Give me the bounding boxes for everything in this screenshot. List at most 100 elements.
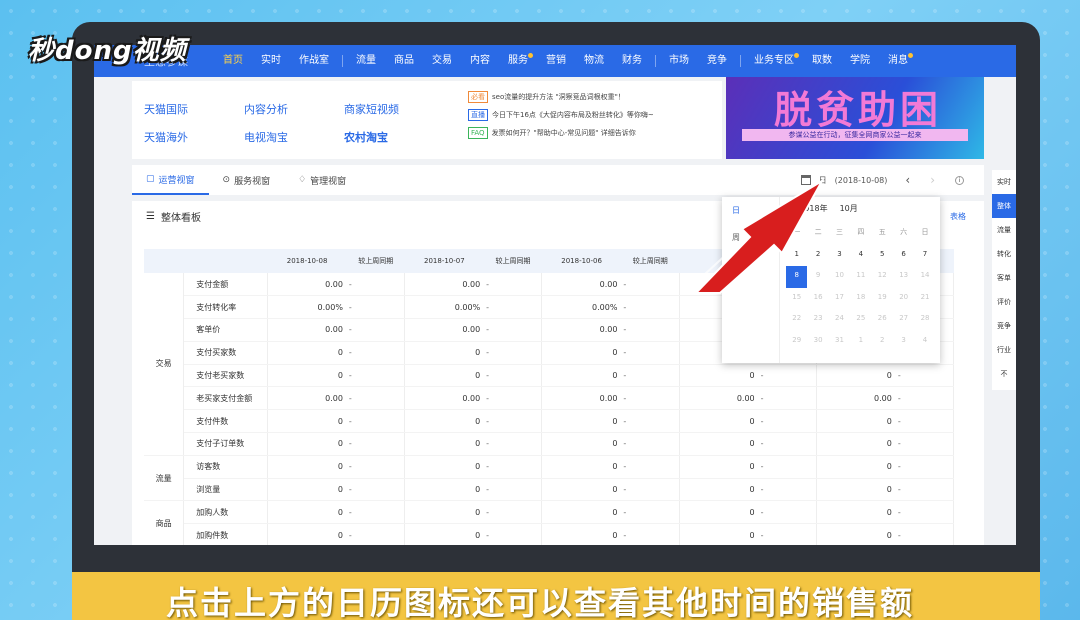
metric-label: 加购人数 bbox=[183, 500, 268, 525]
tab-view[interactable]: ♢ 管理视窗 bbox=[284, 165, 360, 195]
tab-view[interactable]: ⊙ 服务视窗 bbox=[209, 165, 285, 195]
nav-item[interactable]: 物流 bbox=[575, 45, 613, 77]
notice-text: 今日下午16点《大促内容布局及粉丝转化》等你嗨~ bbox=[492, 111, 654, 119]
sidebar-item[interactable]: 客单 bbox=[992, 266, 1016, 290]
sidebar-item[interactable]: 整体 bbox=[992, 194, 1016, 218]
calendar-day[interactable]: 3 bbox=[829, 245, 850, 267]
value-cell: 0 bbox=[541, 432, 622, 456]
sidebar-item[interactable]: 评价 bbox=[992, 290, 1016, 314]
chevron-left-icon[interactable]: ‹ bbox=[905, 173, 910, 187]
header-cell: 2018-10-07 bbox=[404, 249, 485, 273]
group-label: 流量 bbox=[144, 455, 185, 502]
value-cell: 0.00 bbox=[267, 273, 347, 297]
link-tmall-overseas[interactable]: 天猫海外 bbox=[144, 129, 188, 145]
calendar-day: 11 bbox=[856, 271, 866, 279]
notice-item[interactable]: 必看 seo流量的提升方法 "洞察竞品词根权重"！ bbox=[468, 91, 625, 103]
notice-item[interactable]: 直播 今日下午16点《大促内容布局及粉丝转化》等你嗨~ bbox=[468, 109, 654, 121]
value-cell: 0 bbox=[679, 478, 759, 502]
sidebar-item[interactable]: 行业 bbox=[992, 338, 1016, 362]
value-cell: 0 bbox=[816, 478, 896, 502]
value-cell: 0 bbox=[404, 364, 485, 388]
table-row: 商品 加购人数 0-0-0-0-0- bbox=[144, 500, 954, 545]
value-cell: 0 bbox=[679, 432, 759, 456]
panel-title: ☰ 整体看板 bbox=[146, 209, 201, 224]
calendar-day[interactable]: 4 bbox=[850, 245, 871, 267]
nav-item[interactable]: 学院 bbox=[841, 45, 879, 77]
nav-item[interactable]: 竞争 bbox=[698, 45, 736, 77]
compare-cell: - bbox=[895, 432, 954, 456]
sidebar-item[interactable]: 不 bbox=[992, 362, 1016, 386]
nav-item[interactable]: 交易 bbox=[423, 45, 461, 77]
link-merchant-video[interactable]: 商家短视频 bbox=[344, 101, 399, 117]
nav-item[interactable]: 服务 bbox=[499, 45, 537, 77]
calendar-day[interactable]: 5 bbox=[872, 245, 893, 267]
weekday-label: 三 bbox=[835, 228, 843, 236]
compare-cell: - bbox=[621, 295, 680, 320]
compare-cell: - bbox=[895, 386, 954, 411]
nav-item[interactable]: 业务专区 bbox=[745, 45, 803, 77]
value-cell: 0 bbox=[541, 523, 622, 545]
calendar-day[interactable]: 7 bbox=[914, 245, 935, 267]
tab-view[interactable]: ▢ 运营视窗 bbox=[132, 165, 209, 195]
sidebar-item[interactable]: 转化 bbox=[992, 242, 1016, 266]
nav-item[interactable]: 消息 bbox=[879, 45, 917, 77]
value-cell: 0.00% bbox=[404, 295, 485, 320]
group-label: 商品 bbox=[144, 500, 185, 545]
calendar-month[interactable]: 10月 bbox=[840, 203, 858, 214]
table-link[interactable]: 表格 bbox=[950, 211, 966, 222]
compare-cell: - bbox=[621, 318, 680, 342]
sidebar-item[interactable]: 实时 bbox=[992, 170, 1016, 194]
date-value[interactable]: (2018-10-08) bbox=[835, 176, 888, 185]
tab-label: 服务视窗 bbox=[234, 176, 271, 187]
value-cell: 0 bbox=[267, 523, 347, 545]
info-icon[interactable]: i bbox=[955, 175, 964, 185]
value-cell: 0 bbox=[679, 364, 759, 388]
compare-cell: - bbox=[484, 364, 543, 388]
compare-cell: - bbox=[346, 455, 406, 479]
compare-cell: - bbox=[621, 478, 680, 502]
compare-cell: - bbox=[346, 295, 406, 320]
value-cell: 0 bbox=[404, 455, 485, 479]
chevron-right-icon[interactable]: › bbox=[930, 173, 935, 187]
value-cell: 0.00 bbox=[541, 386, 622, 411]
value-cell: 0.00 bbox=[541, 273, 622, 297]
value-cell: 0 bbox=[679, 409, 759, 434]
weekday-label: 五 bbox=[878, 228, 886, 236]
sidebar-item[interactable]: 竞争 bbox=[992, 314, 1016, 338]
value-cell: 0 bbox=[404, 523, 485, 545]
calendar-day: 19 bbox=[877, 292, 887, 301]
nav-item[interactable]: 实时 bbox=[252, 45, 290, 77]
banner-subtitle: 参谋公益在行动，征集全网商家公益一起来 bbox=[742, 129, 968, 141]
banner-title: 脱贫助困 bbox=[774, 88, 943, 132]
notice-item[interactable]: FAQ 发票如何开？"帮助中心-常见问题" 详细告诉你 bbox=[468, 127, 636, 139]
week-row: 29 30 31 1 2 3 4 bbox=[786, 331, 936, 353]
link-content-analysis[interactable]: 内容分析 bbox=[244, 101, 288, 117]
value-cell: 0 bbox=[541, 364, 622, 388]
nav-item[interactable]: 市场 bbox=[660, 45, 698, 77]
compare-cell: - bbox=[621, 523, 680, 545]
nav-item[interactable]: 取数 bbox=[803, 45, 841, 77]
value-cell: 0.00 bbox=[404, 386, 485, 411]
compare-cell: - bbox=[758, 386, 817, 411]
link-tmall-intl[interactable]: 天猫国际 bbox=[144, 101, 188, 117]
link-rural-taobao[interactable]: 农村淘宝 bbox=[344, 129, 388, 145]
value-cell: 0 bbox=[267, 364, 347, 388]
nav-item[interactable]: 作战室 bbox=[290, 45, 338, 77]
link-tv-taobao[interactable]: 电视淘宝 bbox=[244, 129, 288, 145]
nav-item[interactable]: 商品 bbox=[385, 45, 423, 77]
banner-ad[interactable]: 脱贫助困 参谋公益在行动，征集全网商家公益一起来 bbox=[726, 77, 984, 159]
nav-item[interactable]: 流量 bbox=[347, 45, 385, 77]
nav-item[interactable]: 内容 bbox=[461, 45, 499, 77]
weekday-label: 四 bbox=[857, 228, 865, 236]
headset-icon: ⊙ bbox=[222, 175, 231, 185]
calendar-day: 26 bbox=[877, 314, 887, 322]
table-row: 老买家支付金额 0.00-0.00-0.00-0.00-0.00- bbox=[144, 386, 954, 411]
nav-item[interactable]: 营销 bbox=[537, 45, 575, 77]
metric-label: 加购件数 bbox=[183, 523, 268, 545]
calendar-day[interactable]: 6 bbox=[893, 245, 914, 267]
nav-item[interactable]: 财务 bbox=[613, 45, 651, 77]
sidebar-item[interactable]: 流量 bbox=[992, 218, 1016, 242]
nav-item[interactable]: 首页 bbox=[214, 45, 252, 77]
compare-cell: - bbox=[346, 500, 406, 525]
right-sidebar: 实时 整体 流量 转化 客单 评价 竞争 行业不 bbox=[992, 170, 1016, 390]
